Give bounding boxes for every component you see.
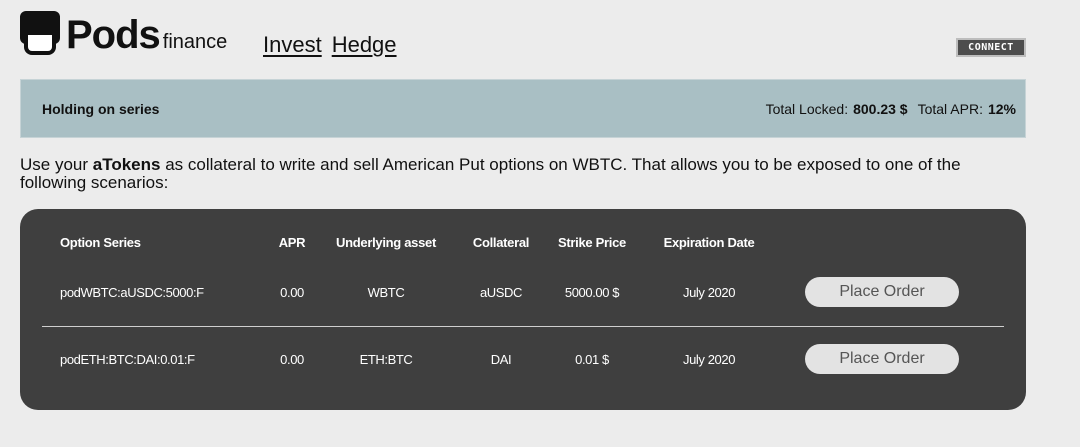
- nav-invest-link[interactable]: Invest: [263, 32, 322, 58]
- pods-logo-icon: [20, 11, 60, 55]
- total-apr-label: Total APR:: [917, 100, 983, 117]
- header-option-series: Option Series: [60, 235, 141, 250]
- header-apr: APR: [278, 235, 306, 250]
- row-1-strike: 5000.00 $: [564, 285, 620, 300]
- header-expiration-date: Expiration Date: [663, 235, 755, 250]
- header-collateral: Collateral: [472, 235, 530, 250]
- brand-suffix: finance: [162, 31, 228, 53]
- total-locked-value: 800.23 $: [853, 100, 908, 117]
- brand-name: Pods: [66, 13, 161, 57]
- description-highlight: aTokens: [92, 155, 161, 174]
- row-1-collateral: aUSDC: [479, 285, 523, 300]
- holding-stats: Total Locked: 800.23 $ Total APR: 12%: [766, 101, 1016, 117]
- holding-summary-bar: Holding on series Total Locked: 800.23 $…: [20, 79, 1026, 138]
- row-2-collateral: DAI: [490, 352, 512, 367]
- row-1-expiration: July 2020: [682, 285, 736, 300]
- header-underlying-asset: Underlying asset: [336, 235, 436, 250]
- nav-hedge-link[interactable]: Hedge: [332, 32, 397, 58]
- row-2-underlying: ETH:BTC: [359, 352, 413, 367]
- total-apr-value: 12%: [987, 100, 1016, 117]
- total-locked-label: Total Locked:: [765, 100, 849, 117]
- row-1-apr: 0.00: [280, 285, 304, 300]
- header-strike-price: Strike Price: [558, 235, 626, 250]
- row-2-strike: 0.01 $: [575, 352, 609, 367]
- row-divider: [42, 326, 1004, 327]
- brand-logo[interactable]: Pods finance: [20, 11, 227, 55]
- app-page: Pods finance Invest Hedge CONNECT Holdin…: [0, 0, 1080, 447]
- holding-title: Holding on series: [42, 100, 160, 117]
- row-1-underlying: WBTC: [367, 285, 405, 300]
- connect-button[interactable]: CONNECT: [956, 38, 1026, 57]
- row-1-series: podWBTC:aUSDC:5000:F: [60, 285, 204, 300]
- row-1-place-order-button[interactable]: Place Order: [805, 277, 959, 307]
- row-2-expiration: July 2020: [682, 352, 736, 367]
- description-suffix: as collateral to write and sell American…: [20, 155, 961, 192]
- row-2-apr: 0.00: [280, 352, 304, 367]
- option-series-table: Option Series APR Underlying asset Colla…: [20, 209, 1026, 410]
- description-text: Use your aTokens as collateral to write …: [20, 156, 1030, 192]
- row-2-series: podETH:BTC:DAI:0.01:F: [60, 352, 195, 367]
- description-prefix: Use your: [20, 155, 93, 174]
- row-2-place-order-button[interactable]: Place Order: [805, 344, 959, 374]
- main-nav: Invest Hedge: [263, 32, 397, 58]
